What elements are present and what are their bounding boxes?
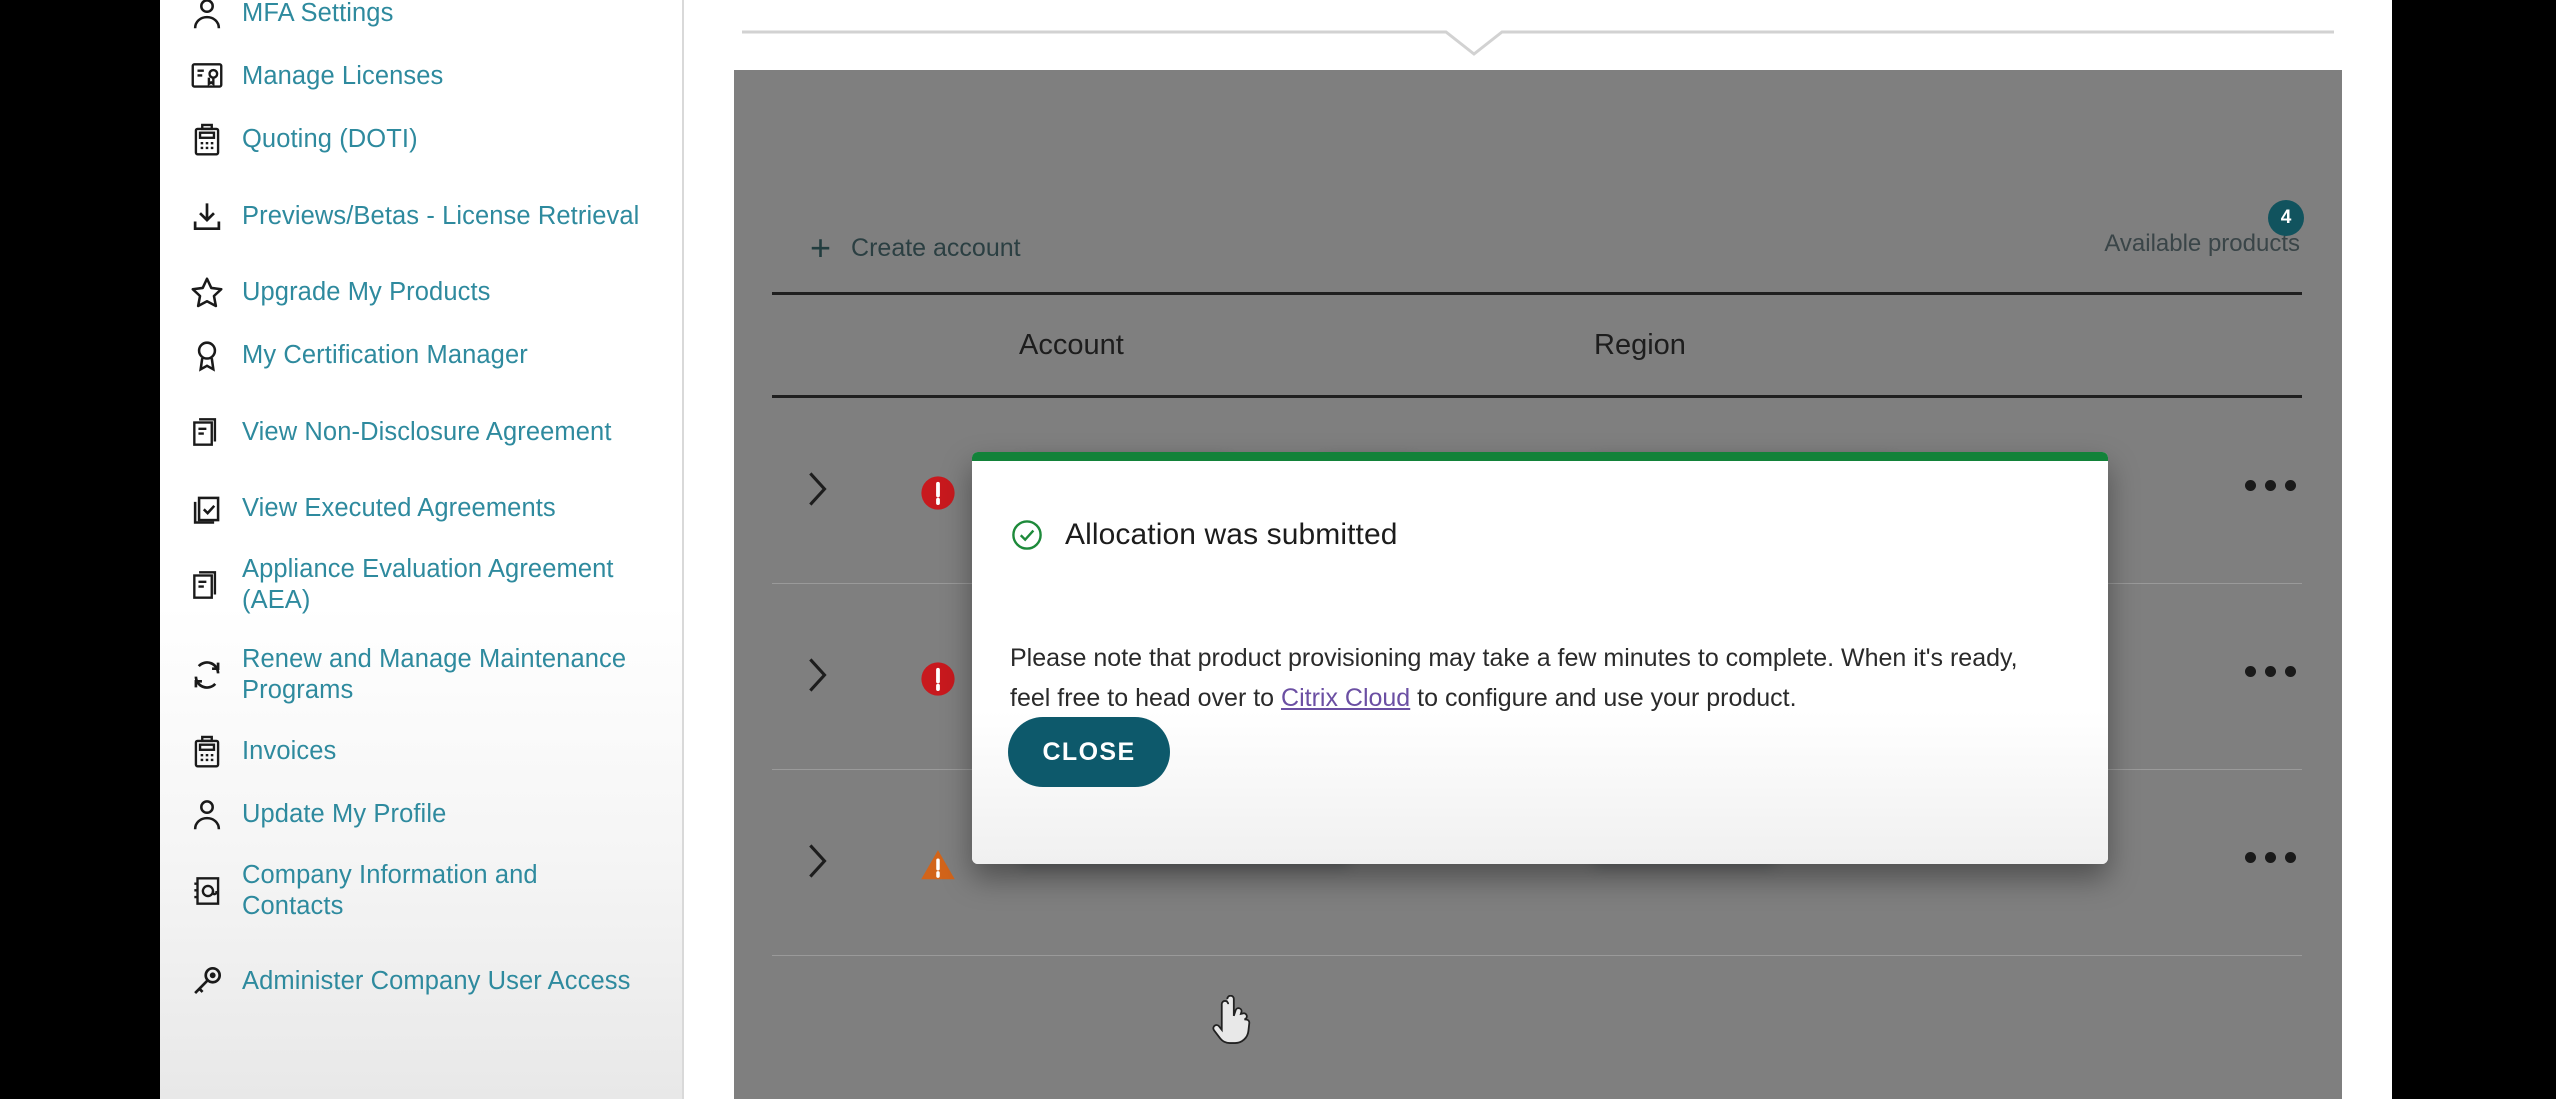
error-icon [919,474,957,512]
sidebar-item-label: Administer Company User Access [242,966,631,995]
table-column-headers: Account Region [734,315,2342,393]
more-options-icon[interactable] [2245,852,2296,863]
license-certificate-icon [188,55,242,99]
dialog-success-accent-bar [972,452,2108,461]
sidebar-item-label: View Non-Disclosure Agreement [242,417,612,446]
panel-caret-divider [742,30,2334,56]
error-icon [919,660,957,698]
download-icon [188,194,242,238]
calculator-icon [188,730,242,774]
sidebar-item-label: Upgrade My Products [242,278,491,306]
dialog-header: Allocation was submitted [1010,518,1398,552]
column-header-account: Account [1019,329,1124,361]
sidebar-item-label: Previews/Betas - License Retrieval [242,201,640,230]
sidebar-item-mfa-settings[interactable]: MFA Settings [160,0,682,45]
sidebar-item-previews-betas-license-retrieval[interactable]: Previews/Betas - License Retrieval [160,171,682,261]
sidebar-item-upgrade-my-products[interactable]: Upgrade My Products [160,261,682,324]
star-icon [188,271,242,315]
create-account-button[interactable]: + Create account [810,230,1021,266]
sidebar-navigation: MFA Settings Manage Licenses Quoting (DO… [160,0,684,1099]
sidebar-item-administer-company-user-access[interactable]: Administer Company User Access [160,936,682,1026]
sidebar-item-label: Manage Licenses [242,62,444,90]
sidebar-item-renew-and-manage-maintenance-programs[interactable]: Renew and Manage Maintenance Programs [160,630,682,720]
expand-row-chevron-icon[interactable] [799,652,839,702]
sidebar-item-label: Company Information and Contacts [242,861,538,920]
dialog-message: Please note that product provisioning ma… [1010,638,2052,718]
sidebar-item-label: Invoices [242,737,337,765]
sidebar-item-label: Renew and Manage Maintenance Programs [242,645,627,704]
success-check-circle-icon [1010,518,1044,552]
person-icon [188,0,242,36]
sidebar-item-my-certification-manager[interactable]: My Certification Manager [160,324,682,387]
refresh-cycle-icon [188,653,242,697]
award-badge-icon [188,334,242,378]
letterbox-right [2392,0,2556,1099]
more-options-icon[interactable] [2245,666,2296,677]
dialog-body: Allocation was submitted Please note tha… [972,461,2108,864]
table-top-rule [772,292,2302,295]
available-products-count-badge: 4 [2268,200,2304,236]
person-icon [188,793,242,837]
available-products-label: Available products [2104,230,2300,257]
sidebar-item-label: Quoting (DOTI) [242,125,418,153]
panel-toolbar [734,70,2342,210]
close-button[interactable]: CLOSE [1008,717,1170,787]
allocation-submitted-dialog: Allocation was submitted Please note tha… [972,452,2108,864]
sidebar-item-label: Appliance Evaluation Agreement (AEA) [242,555,614,614]
column-header-region: Region [1594,329,1686,361]
expand-row-chevron-icon[interactable] [799,838,839,888]
row-divider [772,955,2302,956]
citrix-cloud-link[interactable]: Citrix Cloud [1281,684,1410,712]
warning-icon [919,846,957,884]
letterbox-left [0,0,160,1099]
contact-book-icon [188,869,242,913]
dialog-message-part2: to configure and use your product. [1410,684,1797,712]
sidebar-item-invoices[interactable]: Invoices [160,720,682,783]
sidebar-item-view-non-disclosure-agreement[interactable]: View Non-Disclosure Agreement [160,387,682,477]
more-options-icon[interactable] [2245,480,2296,491]
sidebar-item-label: Update My Profile [242,800,447,828]
dialog-title: Allocation was submitted [1065,518,1398,551]
sidebar-item-label: My Certification Manager [242,341,528,369]
key-icon [188,959,242,1003]
sidebar-item-appliance-evaluation-agreement[interactable]: Appliance Evaluation Agreement (AEA) [160,540,682,630]
documents-icon [188,410,242,454]
sidebar-item-manage-licenses[interactable]: Manage Licenses [160,45,682,108]
sidebar-item-update-my-profile[interactable]: Update My Profile [160,783,682,846]
plus-icon: + [810,227,832,268]
expand-row-chevron-icon[interactable] [799,466,839,516]
create-account-label: Create account [851,233,1021,262]
checked-document-icon [188,487,242,531]
sidebar-item-label: View Executed Agreements [242,494,556,522]
available-products-link[interactable]: Available products [2104,230,2300,258]
screen-root: MFA Settings Manage Licenses Quoting (DO… [0,0,2556,1099]
documents-icon [188,563,242,607]
sidebar-item-view-executed-agreements[interactable]: View Executed Agreements [160,477,682,540]
sidebar-item-company-information-and-contacts[interactable]: Company Information and Contacts [160,846,682,936]
calculator-icon [188,118,242,162]
sidebar-item-list: MFA Settings Manage Licenses Quoting (DO… [160,0,682,1026]
sidebar-item-label: MFA Settings [242,0,394,27]
sidebar-item-quoting-doti[interactable]: Quoting (DOTI) [160,108,682,171]
